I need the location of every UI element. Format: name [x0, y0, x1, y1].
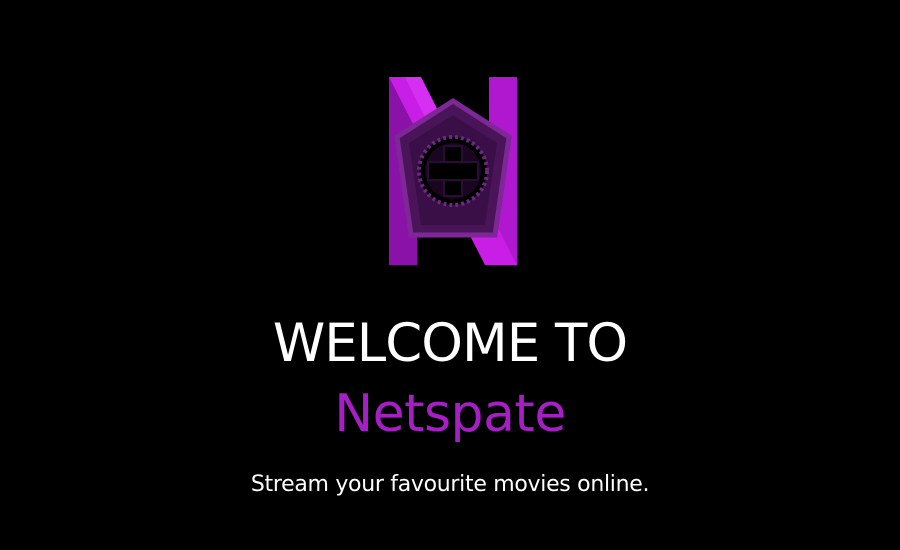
brand-name: Netspate [334, 384, 566, 444]
netspate-logo-icon [389, 77, 517, 265]
tagline: Stream your favourite movies online. [250, 472, 650, 497]
welcome-heading: WELCOME TO [272, 313, 628, 374]
welcome-page: WELCOME TO Netspate Stream your favourit… [0, 0, 900, 550]
